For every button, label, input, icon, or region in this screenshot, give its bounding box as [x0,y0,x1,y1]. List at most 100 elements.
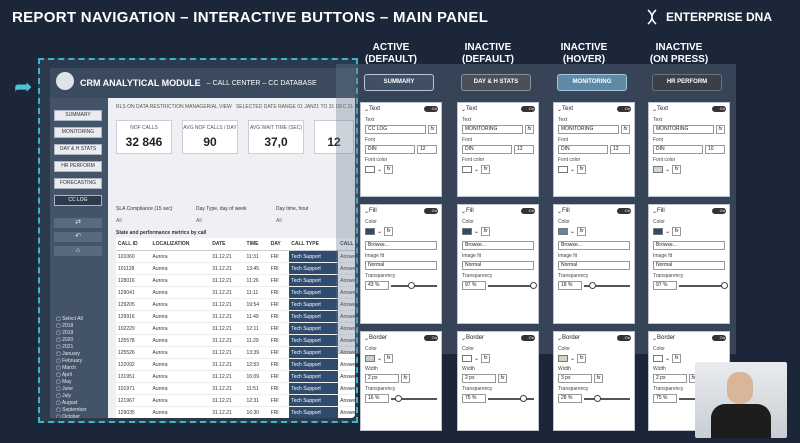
chevron-down-icon[interactable]: ⌄ [570,166,575,173]
transparency-slider[interactable] [488,281,537,289]
toggle-switch[interactable]: On [617,208,631,214]
state-button-1[interactable]: DAY & H STATS [461,74,531,91]
table-row[interactable]: 122092 Aurora 31.12.21 12:53 FRI Tech Support… [116,358,355,371]
chevron-down-icon[interactable]: ⌄ [570,355,575,362]
fx-button[interactable]: fx [481,165,491,174]
font-select[interactable]: DIN [653,145,703,154]
fx-button[interactable]: fx [481,354,491,363]
border-width-input[interactable]: 2 px [653,374,687,383]
slider-knob[interactable] [407,281,415,289]
filter-slicer[interactable]: SLA Compliance (15 sec) All [116,206,172,224]
table-row[interactable]: 128016 Aurora 31.12.21 11:26 FRI Tech Support… [116,274,355,287]
border-width-input[interactable]: 2 px [365,374,399,383]
transparency-input[interactable]: 16 % [365,394,389,403]
toggle-switch[interactable]: On [521,208,535,214]
tree-item[interactable]: ▢ June [56,386,87,393]
transparency-input[interactable]: 75 % [462,394,486,403]
color-swatch[interactable] [365,355,375,362]
column-header[interactable]: TIME [244,238,269,251]
transparency-slider[interactable] [391,281,437,289]
state-button-0[interactable]: SUMMARY [364,74,434,91]
slider-knob[interactable] [720,281,728,289]
column-header[interactable]: DAY [268,238,290,251]
fx-button[interactable]: fx [621,125,630,134]
fill-section-header[interactable]: ⌄ Fill On [361,205,441,217]
chevron-down-icon[interactable]: ⌄ [377,228,382,235]
fill-section-header[interactable]: ⌄ Fill On [458,205,538,217]
font-select[interactable]: DIN [365,145,415,154]
nav-button-3[interactable]: HR PERFORM [54,161,102,172]
image-fit-select[interactable]: Normal [365,261,437,270]
filter-value[interactable]: All [276,218,309,224]
transparency-slider[interactable] [488,394,534,402]
slider-knob[interactable] [593,394,601,402]
transparency-input[interactable]: 18 % [558,281,582,290]
chevron-down-icon[interactable]: ⌄ [570,228,575,235]
toggle-switch[interactable]: On [424,106,438,112]
font-size-input[interactable]: 10 [705,145,725,154]
font-size-input[interactable]: 12 [610,145,630,154]
fill-section-header[interactable]: ⌄ Fill On [649,205,729,217]
border-section-header[interactable]: ⌄ Border On [649,332,729,344]
color-swatch[interactable] [365,228,375,235]
column-header[interactable]: DATE [210,238,245,251]
fx-button[interactable]: fx [525,125,534,134]
transparency-slider[interactable] [391,394,437,402]
transparency-slider[interactable] [584,281,630,289]
color-swatch[interactable] [462,228,472,235]
tree-item[interactable]: ▢ January [56,351,87,358]
toggle-switch[interactable]: On [712,335,726,341]
tree-item[interactable]: ▢ 2020 [56,337,87,344]
table-row[interactable]: 125526 Aurora 31.12.21 13:39 FRI Tech Support… [116,346,355,359]
back-icon[interactable]: ↶ [54,232,102,242]
table-row[interactable]: 102229 Aurora 31.12.21 12:11 FRI Tech Support… [116,322,355,335]
table-row[interactable]: 131951 Aurora 31.12.21 16:09 FRI Tech Support… [116,370,355,383]
transparency-input[interactable]: 28 % [558,394,582,403]
text-section-header[interactable]: ⌄ Text On [649,103,729,115]
text-input[interactable]: MONITORING [653,125,714,134]
browse-input[interactable]: Browse... [653,241,725,250]
table-row[interactable]: 101128 Aurora 31.12.21 13:45 FRI Tech Support… [116,262,355,275]
nav-button-2[interactable]: DAY & H STATS [54,144,102,155]
toggle-switch[interactable]: On [521,106,535,112]
slider-knob[interactable] [395,394,403,402]
color-swatch[interactable] [558,228,568,235]
transparency-input[interactable]: 75 % [653,394,677,403]
fx-button[interactable]: fx [716,125,725,134]
border-width-input[interactable]: 2 px [462,374,496,383]
fx-button[interactable]: fx [384,354,394,363]
fx-button[interactable]: fx [481,227,491,236]
color-swatch[interactable] [365,166,375,173]
filter-value[interactable]: All [196,218,247,224]
nav-button-1[interactable]: MONITORING [54,127,102,138]
tree-item[interactable]: ▢ Select All [56,316,87,323]
fx-button[interactable]: fx [672,227,682,236]
state-button-2[interactable]: MONITORING [557,74,627,91]
transparency-input[interactable]: 97 % [653,281,677,290]
column-header[interactable]: LOCALIZATION [150,238,211,251]
chevron-down-icon[interactable]: ⌄ [474,355,479,362]
nav-button-0[interactable]: SUMMARY [54,110,102,121]
table-row[interactable]: 101971 Aurora 31.12.21 11:51 FRI Tech Support… [116,382,355,395]
tree-item[interactable]: ▢ May [56,379,87,386]
fx-button[interactable]: fx [594,374,603,383]
chevron-down-icon[interactable]: ⌄ [474,228,479,235]
table-row[interactable]: 125578 Aurora 31.12.21 11:29 FRI Tech Support… [116,334,355,347]
chevron-down-icon[interactable]: ⌄ [665,355,670,362]
color-swatch[interactable] [558,166,568,173]
font-size-input[interactable]: 12 [417,145,437,154]
slider-knob[interactable] [529,281,537,289]
text-input[interactable]: MONITORING [558,125,619,134]
color-swatch[interactable] [653,228,663,235]
filter-value[interactable]: All [116,218,172,224]
tree-item[interactable]: ▢ 2018 [56,323,87,330]
fx-button[interactable]: fx [672,354,682,363]
fx-button[interactable]: fx [577,165,587,174]
browse-input[interactable]: Browse... [462,241,534,250]
image-fit-select[interactable]: Normal [653,261,725,270]
color-swatch[interactable] [462,166,472,173]
slider-knob[interactable] [519,394,527,402]
browse-input[interactable]: Browse... [365,241,437,250]
text-section-header[interactable]: ⌄ Text On [458,103,538,115]
column-header[interactable]: CALL TYPE [289,238,339,251]
